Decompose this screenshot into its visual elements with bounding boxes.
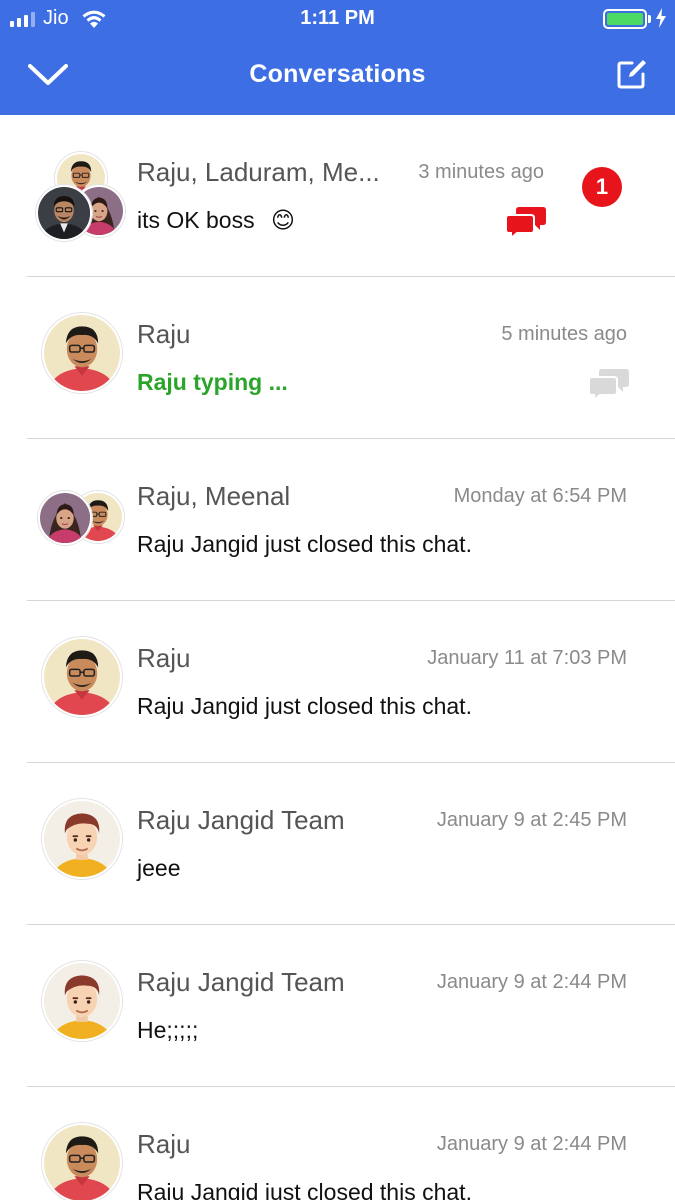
battery-cap bbox=[648, 15, 651, 23]
typing-indicator: Raju typing ... bbox=[137, 369, 288, 395]
conversation-item[interactable]: Raju Jangid Team January 9 at 2:45 PM je… bbox=[0, 763, 675, 925]
top-bar: Jio 1:11 PM Conversations bbox=[0, 0, 675, 115]
avatar bbox=[42, 637, 122, 717]
conversation-item[interactable]: Raju January 11 at 7:03 PM Raju Jangid j… bbox=[0, 601, 675, 763]
page-title: Conversations bbox=[249, 60, 426, 88]
compose-icon[interactable] bbox=[616, 58, 648, 90]
avatar bbox=[42, 799, 122, 879]
status-time: 1:11 PM bbox=[300, 7, 375, 29]
conversation-list: Raju, Laduram, Me... 3 minutes ago its O… bbox=[0, 115, 675, 1200]
conversation-message: jeee bbox=[137, 855, 181, 881]
avatar bbox=[36, 185, 92, 241]
conversation-message: He;;;;; bbox=[137, 1017, 199, 1043]
conversation-message: Raju Jangid just closed this chat. bbox=[137, 1179, 472, 1200]
conversation-name: Raju Jangid Team bbox=[137, 967, 345, 997]
avatar bbox=[38, 491, 92, 545]
conversation-time: January 9 at 2:44 PM bbox=[436, 1133, 627, 1155]
smiley-emoji: 😊 bbox=[271, 207, 295, 233]
conversation-name: Raju bbox=[137, 319, 191, 349]
navigation-bar: Conversations bbox=[0, 36, 675, 115]
conversation-name: Raju, Laduram, Me... bbox=[137, 157, 380, 187]
conversation-time: Monday at 6:54 PM bbox=[453, 485, 627, 507]
conversation-item[interactable]: Raju January 9 at 2:44 PM Raju Jangid ju… bbox=[0, 1087, 675, 1200]
conversation-name: Raju Jangid Team bbox=[137, 805, 345, 835]
conversation-item[interactable]: Raju 5 minutes ago Raju typing ... bbox=[0, 277, 675, 439]
conversation-message: Raju Jangid just closed this chat. bbox=[137, 531, 472, 557]
conversation-item[interactable]: Raju, Meenal Monday at 6:54 PM Raju Jang… bbox=[0, 439, 675, 601]
chat-bubbles-icon bbox=[588, 365, 630, 401]
chat-bubbles-icon bbox=[505, 203, 547, 239]
conversation-time: 5 minutes ago bbox=[501, 323, 627, 345]
conversation-name: Raju bbox=[137, 643, 191, 673]
conversation-time: January 9 at 2:45 PM bbox=[436, 809, 627, 831]
conversation-message: Raju Jangid just closed this chat. bbox=[137, 693, 472, 719]
conversation-time: January 9 at 2:44 PM bbox=[436, 971, 627, 993]
conversation-item[interactable]: Raju, Laduram, Me... 3 minutes ago its O… bbox=[0, 115, 675, 277]
conversation-message: its OK boss 😊 bbox=[137, 207, 295, 234]
avatar bbox=[42, 961, 122, 1041]
conversation-time: 3 minutes ago bbox=[418, 161, 544, 183]
charging-icon bbox=[656, 8, 666, 28]
status-bar: Jio 1:11 PM bbox=[0, 0, 675, 36]
conversation-name: Raju bbox=[137, 1129, 191, 1159]
battery-icon bbox=[603, 9, 647, 29]
message-text: its OK boss bbox=[137, 207, 255, 233]
conversation-time: January 11 at 7:03 PM bbox=[427, 647, 627, 669]
conversation-name: Raju, Meenal bbox=[137, 481, 291, 511]
unread-badge: 1 bbox=[582, 167, 622, 207]
conversation-item[interactable]: Raju Jangid Team January 9 at 2:44 PM He… bbox=[0, 925, 675, 1087]
avatar bbox=[42, 313, 122, 393]
avatar bbox=[42, 1123, 122, 1200]
